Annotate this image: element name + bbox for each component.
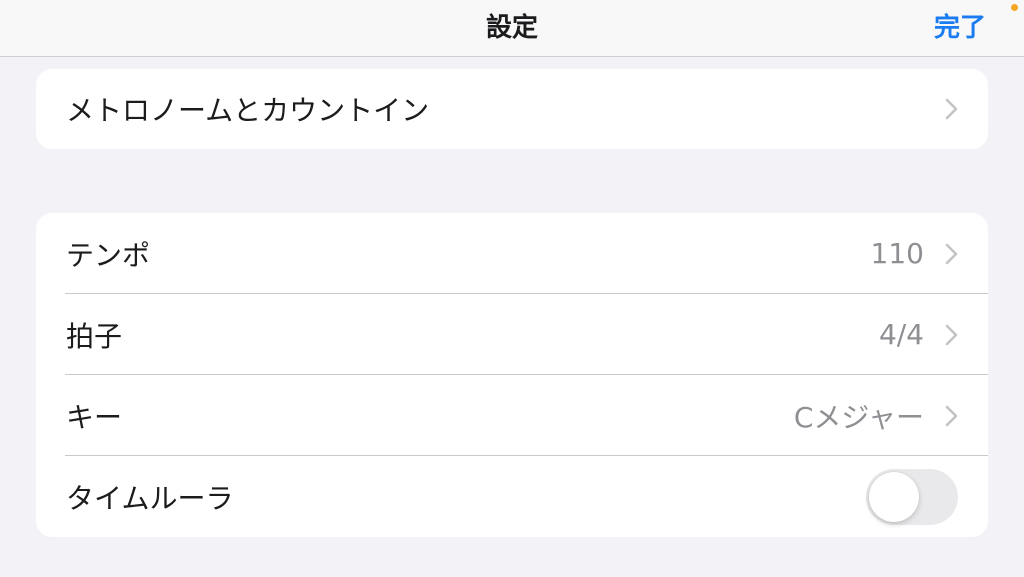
time-ruler-toggle[interactable]: [866, 468, 958, 525]
row-value-time-signature: 4/4: [878, 318, 924, 351]
row-label: タイムルーラ: [66, 481, 234, 515]
row-label: メトロノームとカウントイン: [66, 94, 430, 127]
recording-indicator-dot: [1011, 4, 1018, 11]
chevron-right-icon: [945, 324, 958, 345]
chevron-right-icon: [945, 405, 958, 426]
chevron-right-icon: [945, 243, 958, 264]
settings-group-song: テンポ 110 拍子 4/4 キー Cメジャー タイムルーラ: [36, 213, 988, 537]
row-tempo[interactable]: テンポ 110: [36, 213, 988, 294]
row-time-signature[interactable]: 拍子 4/4: [36, 294, 988, 375]
row-time-ruler: タイムルーラ: [36, 456, 988, 537]
chevron-right-icon: [945, 98, 958, 120]
navigation-bar: 設定 完了: [0, 0, 1024, 57]
row-label: テンポ: [66, 238, 151, 272]
row-key[interactable]: キー Cメジャー: [36, 375, 988, 456]
row-label: キー: [66, 400, 123, 434]
page-title: 設定: [485, 13, 538, 43]
toggle-knob: [869, 471, 919, 522]
row-value-tempo: 110: [870, 237, 924, 270]
row-label: 拍子: [66, 319, 123, 353]
done-button[interactable]: 完了: [934, 0, 986, 56]
row-metronome-count-in[interactable]: メトロノームとカウントイン: [36, 69, 988, 149]
row-value-key: Cメジャー: [793, 400, 924, 434]
settings-group-metronome: メトロノームとカウントイン: [36, 69, 988, 149]
